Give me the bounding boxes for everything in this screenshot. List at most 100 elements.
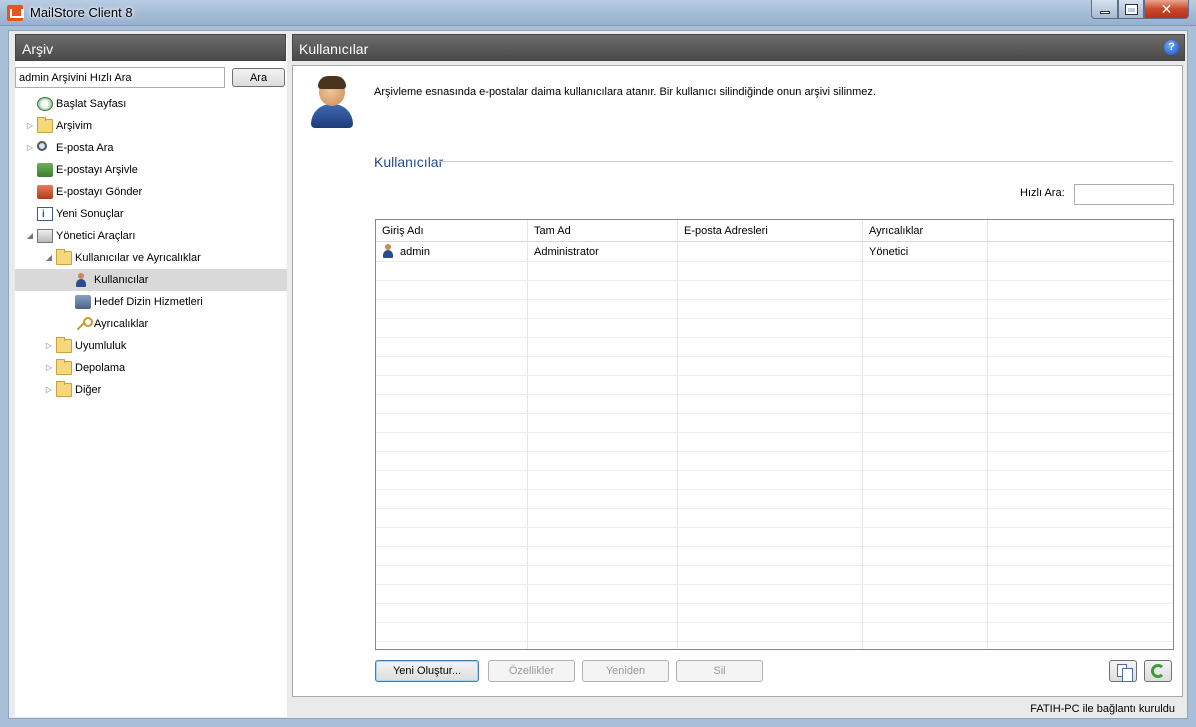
table-cell — [528, 490, 678, 508]
table-cell — [528, 528, 678, 546]
table-cell — [376, 338, 528, 356]
tree-item-label: Yeni Sonuçlar — [56, 208, 124, 220]
archive-quick-search-input[interactable] — [15, 67, 225, 88]
tree-item[interactable]: ◢ Kullanıcılar ve Ayrıcalıklar — [15, 247, 287, 269]
tree-item[interactable]: ▷ Diğer — [15, 379, 287, 401]
users-avatar-icon — [309, 76, 355, 128]
app-client-area: Arşiv Ara Başlat Sayfası ▷ Arşivim ▷ E-posta… — [8, 30, 1188, 719]
page-title: Kullanıcılar — [299, 41, 369, 57]
users-filter-input[interactable] — [1074, 184, 1174, 205]
table-cell — [678, 281, 863, 299]
delete-button[interactable]: Sil — [676, 660, 763, 682]
empty-table-row — [376, 509, 1173, 528]
properties-button[interactable]: Özellikler — [488, 660, 575, 682]
collapse-arrow-icon[interactable]: ◢ — [25, 225, 35, 247]
column-header[interactable]: Tam Ad — [528, 220, 678, 241]
expand-arrow-icon[interactable]: ▷ — [25, 137, 35, 159]
empty-table-row — [376, 566, 1173, 585]
table-cell: Yönetici — [863, 243, 988, 261]
tree-item[interactable]: Kullanıcılar — [15, 269, 287, 291]
table-cell — [528, 547, 678, 565]
column-header[interactable]: Ayrıcalıklar — [863, 220, 988, 241]
tree-item[interactable]: Başlat Sayfası — [15, 93, 287, 115]
expand-arrow-icon[interactable]: ▷ — [25, 115, 35, 137]
empty-table-row — [376, 490, 1173, 509]
create-user-button[interactable]: Yeni Oluştur... — [375, 660, 479, 682]
mailstore-app-icon — [7, 5, 24, 21]
column-header[interactable] — [988, 220, 1173, 241]
new-results-icon — [37, 204, 53, 226]
table-cell — [528, 623, 678, 641]
section-divider — [439, 161, 1173, 162]
archive-email-icon — [37, 163, 53, 177]
table-cell — [376, 262, 528, 280]
maximize-icon — [1124, 3, 1138, 15]
table-cell — [376, 433, 528, 451]
table-cell — [988, 471, 1173, 489]
tree-item[interactable]: ▷ Arşivim — [15, 115, 287, 137]
empty-table-row — [376, 262, 1173, 281]
expand-arrow-icon[interactable]: ▷ — [44, 357, 54, 379]
collapse-arrow-icon[interactable]: ◢ — [44, 247, 54, 269]
table-cell — [988, 623, 1173, 641]
tree-item[interactable]: Ayrıcalıklar — [15, 313, 287, 335]
folder-icon — [56, 359, 72, 375]
tree-item[interactable]: ▷ E-posta Ara — [15, 137, 287, 159]
maximize-button[interactable] — [1118, 0, 1144, 19]
table-cell — [528, 414, 678, 432]
table-cell — [988, 281, 1173, 299]
expand-arrow-icon[interactable]: ▷ — [44, 335, 54, 357]
table-cell — [988, 262, 1173, 280]
table-cell — [528, 281, 678, 299]
tree-item-label: Arşivim — [56, 120, 93, 132]
refresh-icon — [1151, 664, 1165, 678]
admin-tools-icon — [37, 229, 53, 243]
rename-button[interactable]: Yeniden — [582, 660, 669, 682]
empty-table-row — [376, 528, 1173, 547]
search-button[interactable]: Ara — [232, 68, 285, 87]
table-cell — [678, 585, 863, 603]
copy-button[interactable] — [1109, 660, 1137, 682]
table-cell — [988, 338, 1173, 356]
table-cell — [376, 566, 528, 584]
tree-item[interactable]: Hedef Dizin Hizmetleri — [15, 291, 287, 313]
tree-item[interactable]: ▷ Depolama — [15, 357, 287, 379]
tree-item[interactable]: ◢ Yönetici Araçları — [15, 225, 287, 247]
minimize-button[interactable] — [1091, 0, 1118, 19]
table-cell — [678, 338, 863, 356]
tree-item[interactable]: E-postayı Arşivle — [15, 159, 287, 181]
table-cell — [376, 585, 528, 603]
folder-icon — [56, 337, 72, 353]
empty-table-row — [376, 642, 1173, 649]
table-cell: Administrator — [528, 243, 678, 261]
table-row[interactable]: admin Administrator Yönetici — [376, 243, 1173, 262]
tree-item[interactable]: ▷ Uyumluluk — [15, 335, 287, 357]
expand-arrow-icon[interactable]: ▷ — [44, 379, 54, 401]
table-cell — [988, 243, 1173, 261]
table-cell — [988, 642, 1173, 649]
column-header[interactable]: Giriş Adı — [376, 220, 528, 241]
users-section-title: Kullanıcılar — [374, 154, 444, 170]
table-cell — [528, 642, 678, 649]
empty-table-row — [376, 471, 1173, 490]
tree-item-label: E-postayı Arşivle — [56, 164, 138, 176]
tree-item[interactable]: E-postayı Gönder — [15, 181, 287, 203]
tree-item-label: Kullanıcılar — [94, 274, 149, 286]
table-header-row: Giriş Adı Tam Ad E-posta Adresleri Ayrıcalı… — [376, 220, 1173, 242]
table-cell — [678, 262, 863, 280]
table-cell — [863, 395, 988, 413]
column-header[interactable]: E-posta Adresleri — [678, 220, 863, 241]
table-cell — [678, 642, 863, 649]
search-icon — [37, 141, 47, 151]
close-button[interactable]: ✕ — [1144, 0, 1189, 19]
tree-item-label: Depolama — [75, 362, 126, 374]
tree-item[interactable]: Yeni Sonuçlar — [15, 203, 287, 226]
help-icon[interactable]: ? — [1164, 40, 1179, 55]
quick-search-row: Ara — [15, 67, 287, 91]
refresh-button[interactable] — [1144, 660, 1172, 682]
table-cell — [988, 300, 1173, 318]
table-cell — [528, 566, 678, 584]
tree-item-label: Kullanıcılar ve Ayrıcalıklar — [75, 252, 201, 264]
tree-item-label: Yönetici Araçları — [56, 230, 136, 242]
cell-text: Administrator — [534, 246, 599, 258]
